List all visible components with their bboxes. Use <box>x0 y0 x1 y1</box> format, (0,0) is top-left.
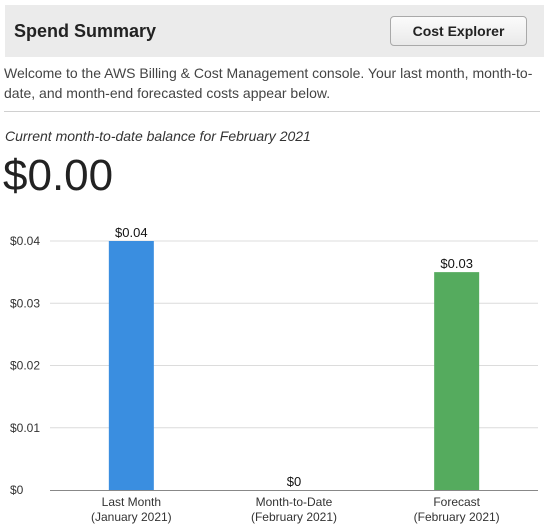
spend-bar-chart: $0 $0.01 $0.02 $0.03 $0.04 $0.04 Last Month(Ja… <box>10 225 538 524</box>
category-label: Forecast <box>433 495 480 509</box>
y-tick-label: $0.01 <box>10 421 40 435</box>
y-tick-label: $0.04 <box>10 234 40 248</box>
data-label: $0.03 <box>440 256 473 271</box>
data-label: $0 <box>287 474 301 489</box>
category-label: Last Month <box>102 495 161 509</box>
y-tick-label: $0.02 <box>10 359 40 373</box>
category-sublabel: (February 2021) <box>251 510 337 524</box>
y-tick-label: $0 <box>10 483 24 497</box>
data-label: $0.04 <box>115 225 148 240</box>
category-sublabel: (February 2021) <box>414 510 500 524</box>
bar <box>434 272 480 490</box>
category-sublabel: (January 2021) <box>91 510 172 524</box>
bar <box>108 241 154 490</box>
y-tick-label: $0.03 <box>10 296 40 310</box>
category-label: Month-to-Date <box>256 495 333 509</box>
